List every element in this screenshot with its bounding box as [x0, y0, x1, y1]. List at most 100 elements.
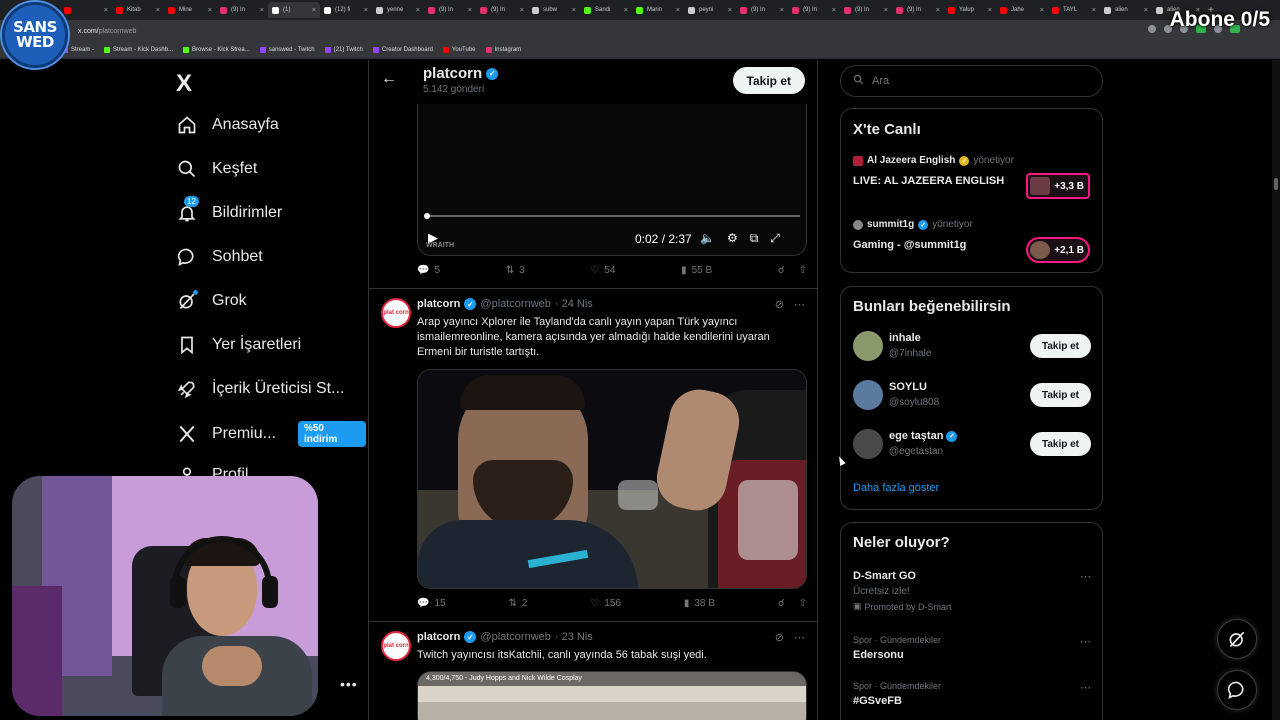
tab-close-icon[interactable]: ×	[1040, 7, 1044, 14]
browser-tab[interactable]: (9) In ×	[788, 2, 840, 18]
progress-knob[interactable]	[424, 213, 430, 219]
repost-button[interactable]: ⇅ 2	[508, 598, 527, 609]
browser-tab[interactable]: (1) ×	[268, 2, 320, 18]
trend-item[interactable]: Spor · Gündemdekiler #GSveFB ⋯	[853, 681, 1091, 707]
tab-close-icon[interactable]: ×	[1092, 7, 1096, 14]
follow-button[interactable]: Takip et	[732, 67, 805, 94]
bookmark-item[interactable]: Stream -	[62, 47, 94, 53]
tab-close-icon[interactable]: ×	[1144, 7, 1148, 14]
reply-button[interactable]: 💬 5	[417, 265, 440, 276]
share-icon[interactable]: ⇧	[799, 598, 807, 609]
x-logo-icon[interactable]: X	[176, 70, 192, 98]
volume-icon[interactable]: 🔈	[700, 231, 715, 246]
browser-tab[interactable]: yenne ×	[372, 2, 424, 18]
tab-close-icon[interactable]: ×	[676, 7, 680, 14]
back-arrow-icon[interactable]: ←	[381, 70, 397, 88]
tab-close-icon[interactable]: ×	[832, 7, 836, 14]
browser-tab[interactable]: Kitab ×	[112, 2, 164, 18]
live-title[interactable]: LIVE: AL JAZEERA ENGLISH	[853, 175, 1004, 187]
follow-button[interactable]: Takip et	[1029, 334, 1091, 358]
browser-tab[interactable]: peyni ×	[684, 2, 736, 18]
page-scrollbar[interactable]	[1272, 60, 1280, 720]
more-icon[interactable]: ⋯	[1080, 570, 1091, 583]
trend-item[interactable]: D-Smart GO Ücretsiz izle! ▣ Promoted by D…	[853, 570, 1091, 612]
bookmark-icon[interactable]: ☌	[778, 598, 785, 609]
more-options-icon[interactable]: •••	[340, 676, 358, 692]
like-button[interactable]: ♡ 54	[590, 265, 615, 276]
avatar[interactable]	[853, 429, 883, 459]
nav-grok[interactable]: Grok	[176, 290, 247, 312]
tab-close-icon[interactable]: ×	[208, 7, 212, 14]
browser-tab[interactable]: (9) In ×	[424, 2, 476, 18]
avatar[interactable]	[853, 380, 883, 410]
browser-tab[interactable]: Sandi ×	[580, 2, 632, 18]
bookmark-item[interactable]: YouTube	[442, 47, 476, 53]
avatar[interactable]	[853, 331, 883, 361]
bookmark-item[interactable]: Instagram	[485, 47, 521, 53]
grok-icon[interactable]: ⊘	[775, 298, 784, 311]
tab-close-icon[interactable]: ×	[988, 7, 992, 14]
bookmark-icon[interactable]: ☌	[778, 265, 785, 276]
author-handle[interactable]: @platcornweb	[480, 631, 550, 643]
tab-close-icon[interactable]: ×	[260, 7, 264, 14]
search-input[interactable]: Ara	[840, 65, 1103, 97]
grok-float-button[interactable]	[1217, 619, 1257, 659]
tab-close-icon[interactable]: ×	[936, 7, 940, 14]
post-date[interactable]: · 24 Nis	[555, 298, 593, 310]
browser-tab[interactable]: (12) fi ×	[320, 2, 372, 18]
post-image[interactable]	[417, 369, 807, 589]
browser-tab[interactable]: Jahe ×	[996, 2, 1048, 18]
show-more-link[interactable]: Daha fazla göster	[853, 482, 939, 494]
trend-item[interactable]: Spor · Gündemdekiler Edersonu ⋯	[853, 635, 1091, 661]
bookmark-item[interactable]: Stream - Kick Dashb...	[104, 47, 173, 53]
settings-icon[interactable]: ⚙	[727, 231, 738, 246]
nav-chat[interactable]: Sohbet	[176, 246, 263, 268]
tab-close-icon[interactable]: ×	[728, 7, 732, 14]
live-listeners-pill[interactable]: +2,1 B	[1026, 237, 1090, 263]
avatar[interactable]: plat corn	[381, 631, 411, 661]
tab-close-icon[interactable]: ×	[780, 7, 784, 14]
author-name[interactable]: platcorn	[417, 298, 460, 310]
reply-button[interactable]: 💬 15	[417, 598, 446, 609]
follow-button[interactable]: Takip et	[1029, 432, 1091, 456]
scrollbar-thumb[interactable]	[1274, 178, 1278, 190]
tab-close-icon[interactable]: ×	[416, 7, 420, 14]
zoom-icon[interactable]	[1148, 25, 1156, 33]
nav-home[interactable]: Anasayfa	[176, 114, 279, 136]
browser-tab[interactable]: (9) In ×	[736, 2, 788, 18]
author-name[interactable]: platcorn	[417, 631, 460, 643]
suggested-account[interactable]: ege taştan ✓ @egetastan Takip et	[853, 427, 1091, 463]
bookmark-item[interactable]: Browse - Kick Strea...	[183, 47, 250, 53]
browser-tab[interactable]: alien ×	[1100, 2, 1152, 18]
browser-tab[interactable]: (9) In ×	[216, 2, 268, 18]
share-icon[interactable]: ⇧	[799, 265, 807, 276]
fullscreen-icon[interactable]: ⤢	[770, 231, 780, 246]
nav-creator-studio[interactable]: İçerik Üreticisi St...	[176, 378, 344, 400]
browser-tab[interactable]: Marin ×	[632, 2, 684, 18]
nav-notifications[interactable]: 12 Bildirimler	[176, 196, 282, 224]
url-text[interactable]: x.com/platcornweb	[78, 28, 136, 35]
like-button[interactable]: ♡ 156	[590, 598, 621, 609]
address-bar[interactable]: x.com/platcornweb	[0, 20, 1280, 42]
post-image[interactable]: 4,300/4,750 - Judy Hopps and Nick Wilde …	[417, 671, 807, 720]
suggested-account[interactable]: inhale @7inhale Takip et	[853, 329, 1091, 365]
nav-explore[interactable]: Keşfet	[176, 158, 257, 180]
tab-close-icon[interactable]: ×	[468, 7, 472, 14]
follow-button[interactable]: Takip et	[1029, 383, 1091, 407]
live-title[interactable]: Gaming - @summit1g	[853, 239, 966, 251]
post-date[interactable]: · 23 Nis	[555, 631, 593, 643]
tab-close-icon[interactable]: ×	[520, 7, 524, 14]
avatar[interactable]: plat corn	[381, 298, 411, 328]
messages-float-button[interactable]	[1217, 670, 1257, 710]
bookmark-item[interactable]: sanswed - Twitch	[259, 47, 315, 53]
video-progress-bar[interactable]	[424, 213, 800, 219]
browser-tab[interactable]: Mine ×	[164, 2, 216, 18]
browser-tab[interactable]: (9) In ×	[840, 2, 892, 18]
browser-tab[interactable]: (9) In ×	[892, 2, 944, 18]
nav-bookmarks[interactable]: Yer İşaretleri	[176, 334, 301, 356]
more-icon[interactable]: ⋯	[794, 631, 805, 644]
live-host[interactable]: summit1g ✓ yönetiyor	[853, 219, 973, 230]
more-icon[interactable]: ⋯	[1080, 681, 1091, 694]
tab-close-icon[interactable]: ×	[104, 7, 108, 14]
suggested-account[interactable]: SOYLU @soylu808 Takip et	[853, 378, 1091, 414]
